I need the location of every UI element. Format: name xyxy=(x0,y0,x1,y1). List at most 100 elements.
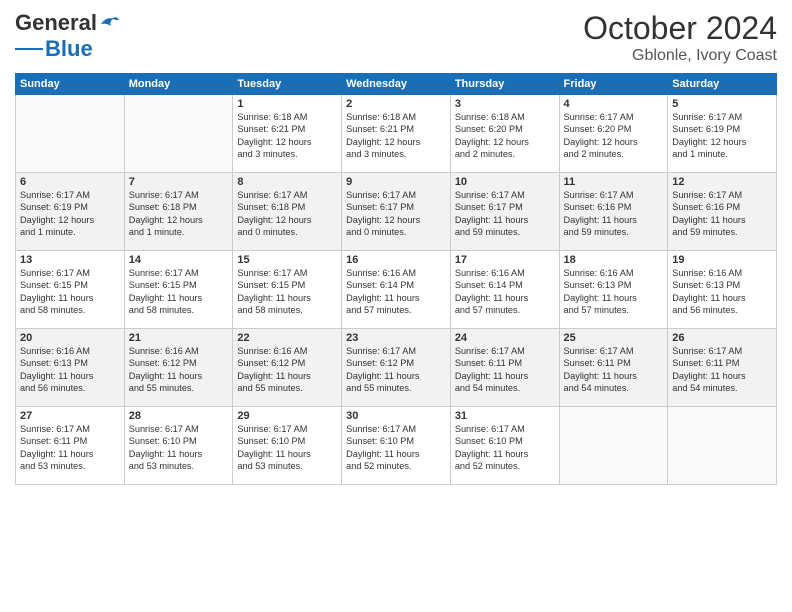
logo-bird-icon xyxy=(99,14,121,32)
day-number: 29 xyxy=(237,410,337,422)
day-info: Sunrise: 6:17 AM Sunset: 6:11 PM Dayligh… xyxy=(20,423,120,473)
day-info: Sunrise: 6:17 AM Sunset: 6:12 PM Dayligh… xyxy=(346,345,446,395)
day-info: Sunrise: 6:17 AM Sunset: 6:10 PM Dayligh… xyxy=(237,423,337,473)
day-info: Sunrise: 6:17 AM Sunset: 6:10 PM Dayligh… xyxy=(129,423,229,473)
calendar-cell: 12Sunrise: 6:17 AM Sunset: 6:16 PM Dayli… xyxy=(668,173,777,251)
calendar-cell: 5Sunrise: 6:17 AM Sunset: 6:19 PM Daylig… xyxy=(668,95,777,173)
day-info: Sunrise: 6:17 AM Sunset: 6:11 PM Dayligh… xyxy=(672,345,772,395)
calendar-cell xyxy=(559,407,668,485)
page-container: General Blue October 2024 Gblonle, Ivory… xyxy=(0,0,792,495)
day-info: Sunrise: 6:17 AM Sunset: 6:15 PM Dayligh… xyxy=(237,267,337,317)
day-number: 8 xyxy=(237,176,337,188)
day-info: Sunrise: 6:17 AM Sunset: 6:11 PM Dayligh… xyxy=(455,345,555,395)
week-row-1: 1Sunrise: 6:18 AM Sunset: 6:21 PM Daylig… xyxy=(16,95,777,173)
day-number: 28 xyxy=(129,410,229,422)
weekday-header-sunday: Sunday xyxy=(16,74,125,95)
day-info: Sunrise: 6:17 AM Sunset: 6:10 PM Dayligh… xyxy=(346,423,446,473)
calendar-cell xyxy=(124,95,233,173)
week-row-3: 13Sunrise: 6:17 AM Sunset: 6:15 PM Dayli… xyxy=(16,251,777,329)
location-title: Gblonle, Ivory Coast xyxy=(583,47,777,65)
day-info: Sunrise: 6:17 AM Sunset: 6:18 PM Dayligh… xyxy=(237,189,337,239)
calendar-cell: 22Sunrise: 6:16 AM Sunset: 6:12 PM Dayli… xyxy=(233,329,342,407)
day-number: 1 xyxy=(237,98,337,110)
weekday-header-friday: Friday xyxy=(559,74,668,95)
day-info: Sunrise: 6:18 AM Sunset: 6:20 PM Dayligh… xyxy=(455,111,555,161)
calendar-cell: 31Sunrise: 6:17 AM Sunset: 6:10 PM Dayli… xyxy=(450,407,559,485)
day-number: 31 xyxy=(455,410,555,422)
calendar-cell: 21Sunrise: 6:16 AM Sunset: 6:12 PM Dayli… xyxy=(124,329,233,407)
day-number: 21 xyxy=(129,332,229,344)
calendar-cell: 7Sunrise: 6:17 AM Sunset: 6:18 PM Daylig… xyxy=(124,173,233,251)
day-number: 12 xyxy=(672,176,772,188)
calendar-cell: 25Sunrise: 6:17 AM Sunset: 6:11 PM Dayli… xyxy=(559,329,668,407)
calendar-cell: 17Sunrise: 6:16 AM Sunset: 6:14 PM Dayli… xyxy=(450,251,559,329)
month-title: October 2024 xyxy=(583,10,777,47)
day-info: Sunrise: 6:17 AM Sunset: 6:19 PM Dayligh… xyxy=(20,189,120,239)
calendar-table: SundayMondayTuesdayWednesdayThursdayFrid… xyxy=(15,73,777,485)
day-number: 25 xyxy=(564,332,664,344)
day-number: 23 xyxy=(346,332,446,344)
day-info: Sunrise: 6:17 AM Sunset: 6:16 PM Dayligh… xyxy=(564,189,664,239)
weekday-header-row: SundayMondayTuesdayWednesdayThursdayFrid… xyxy=(16,74,777,95)
day-number: 2 xyxy=(346,98,446,110)
day-info: Sunrise: 6:18 AM Sunset: 6:21 PM Dayligh… xyxy=(346,111,446,161)
calendar-cell: 4Sunrise: 6:17 AM Sunset: 6:20 PM Daylig… xyxy=(559,95,668,173)
logo-blue: Blue xyxy=(45,36,93,62)
calendar-cell: 1Sunrise: 6:18 AM Sunset: 6:21 PM Daylig… xyxy=(233,95,342,173)
calendar-cell: 9Sunrise: 6:17 AM Sunset: 6:17 PM Daylig… xyxy=(342,173,451,251)
calendar-cell: 27Sunrise: 6:17 AM Sunset: 6:11 PM Dayli… xyxy=(16,407,125,485)
day-number: 20 xyxy=(20,332,120,344)
header: General Blue October 2024 Gblonle, Ivory… xyxy=(15,10,777,65)
day-info: Sunrise: 6:17 AM Sunset: 6:15 PM Dayligh… xyxy=(20,267,120,317)
weekday-header-wednesday: Wednesday xyxy=(342,74,451,95)
calendar-cell: 28Sunrise: 6:17 AM Sunset: 6:10 PM Dayli… xyxy=(124,407,233,485)
calendar-cell: 18Sunrise: 6:16 AM Sunset: 6:13 PM Dayli… xyxy=(559,251,668,329)
day-info: Sunrise: 6:16 AM Sunset: 6:13 PM Dayligh… xyxy=(672,267,772,317)
day-info: Sunrise: 6:16 AM Sunset: 6:12 PM Dayligh… xyxy=(129,345,229,395)
calendar-cell: 30Sunrise: 6:17 AM Sunset: 6:10 PM Dayli… xyxy=(342,407,451,485)
day-number: 16 xyxy=(346,254,446,266)
title-block: October 2024 Gblonle, Ivory Coast xyxy=(583,10,777,65)
calendar-cell: 11Sunrise: 6:17 AM Sunset: 6:16 PM Dayli… xyxy=(559,173,668,251)
calendar-cell: 3Sunrise: 6:18 AM Sunset: 6:20 PM Daylig… xyxy=(450,95,559,173)
calendar-cell: 14Sunrise: 6:17 AM Sunset: 6:15 PM Dayli… xyxy=(124,251,233,329)
calendar-cell: 26Sunrise: 6:17 AM Sunset: 6:11 PM Dayli… xyxy=(668,329,777,407)
calendar-cell: 6Sunrise: 6:17 AM Sunset: 6:19 PM Daylig… xyxy=(16,173,125,251)
day-info: Sunrise: 6:16 AM Sunset: 6:14 PM Dayligh… xyxy=(346,267,446,317)
logo: General Blue xyxy=(15,10,121,62)
day-number: 9 xyxy=(346,176,446,188)
day-info: Sunrise: 6:16 AM Sunset: 6:14 PM Dayligh… xyxy=(455,267,555,317)
week-row-4: 20Sunrise: 6:16 AM Sunset: 6:13 PM Dayli… xyxy=(16,329,777,407)
day-number: 18 xyxy=(564,254,664,266)
day-number: 4 xyxy=(564,98,664,110)
weekday-header-tuesday: Tuesday xyxy=(233,74,342,95)
day-number: 13 xyxy=(20,254,120,266)
logo-general: General xyxy=(15,10,97,36)
day-number: 24 xyxy=(455,332,555,344)
day-info: Sunrise: 6:17 AM Sunset: 6:17 PM Dayligh… xyxy=(346,189,446,239)
day-number: 5 xyxy=(672,98,772,110)
calendar-cell: 8Sunrise: 6:17 AM Sunset: 6:18 PM Daylig… xyxy=(233,173,342,251)
day-number: 3 xyxy=(455,98,555,110)
day-number: 10 xyxy=(455,176,555,188)
week-row-5: 27Sunrise: 6:17 AM Sunset: 6:11 PM Dayli… xyxy=(16,407,777,485)
day-info: Sunrise: 6:17 AM Sunset: 6:20 PM Dayligh… xyxy=(564,111,664,161)
calendar-cell: 10Sunrise: 6:17 AM Sunset: 6:17 PM Dayli… xyxy=(450,173,559,251)
day-info: Sunrise: 6:17 AM Sunset: 6:18 PM Dayligh… xyxy=(129,189,229,239)
day-number: 6 xyxy=(20,176,120,188)
day-number: 27 xyxy=(20,410,120,422)
calendar-cell: 20Sunrise: 6:16 AM Sunset: 6:13 PM Dayli… xyxy=(16,329,125,407)
day-info: Sunrise: 6:18 AM Sunset: 6:21 PM Dayligh… xyxy=(237,111,337,161)
day-info: Sunrise: 6:16 AM Sunset: 6:12 PM Dayligh… xyxy=(237,345,337,395)
calendar-cell: 2Sunrise: 6:18 AM Sunset: 6:21 PM Daylig… xyxy=(342,95,451,173)
day-number: 17 xyxy=(455,254,555,266)
day-info: Sunrise: 6:17 AM Sunset: 6:17 PM Dayligh… xyxy=(455,189,555,239)
weekday-header-saturday: Saturday xyxy=(668,74,777,95)
calendar-cell: 24Sunrise: 6:17 AM Sunset: 6:11 PM Dayli… xyxy=(450,329,559,407)
calendar-cell xyxy=(16,95,125,173)
day-number: 19 xyxy=(672,254,772,266)
day-number: 26 xyxy=(672,332,772,344)
day-info: Sunrise: 6:17 AM Sunset: 6:11 PM Dayligh… xyxy=(564,345,664,395)
day-info: Sunrise: 6:17 AM Sunset: 6:19 PM Dayligh… xyxy=(672,111,772,161)
calendar-cell: 23Sunrise: 6:17 AM Sunset: 6:12 PM Dayli… xyxy=(342,329,451,407)
